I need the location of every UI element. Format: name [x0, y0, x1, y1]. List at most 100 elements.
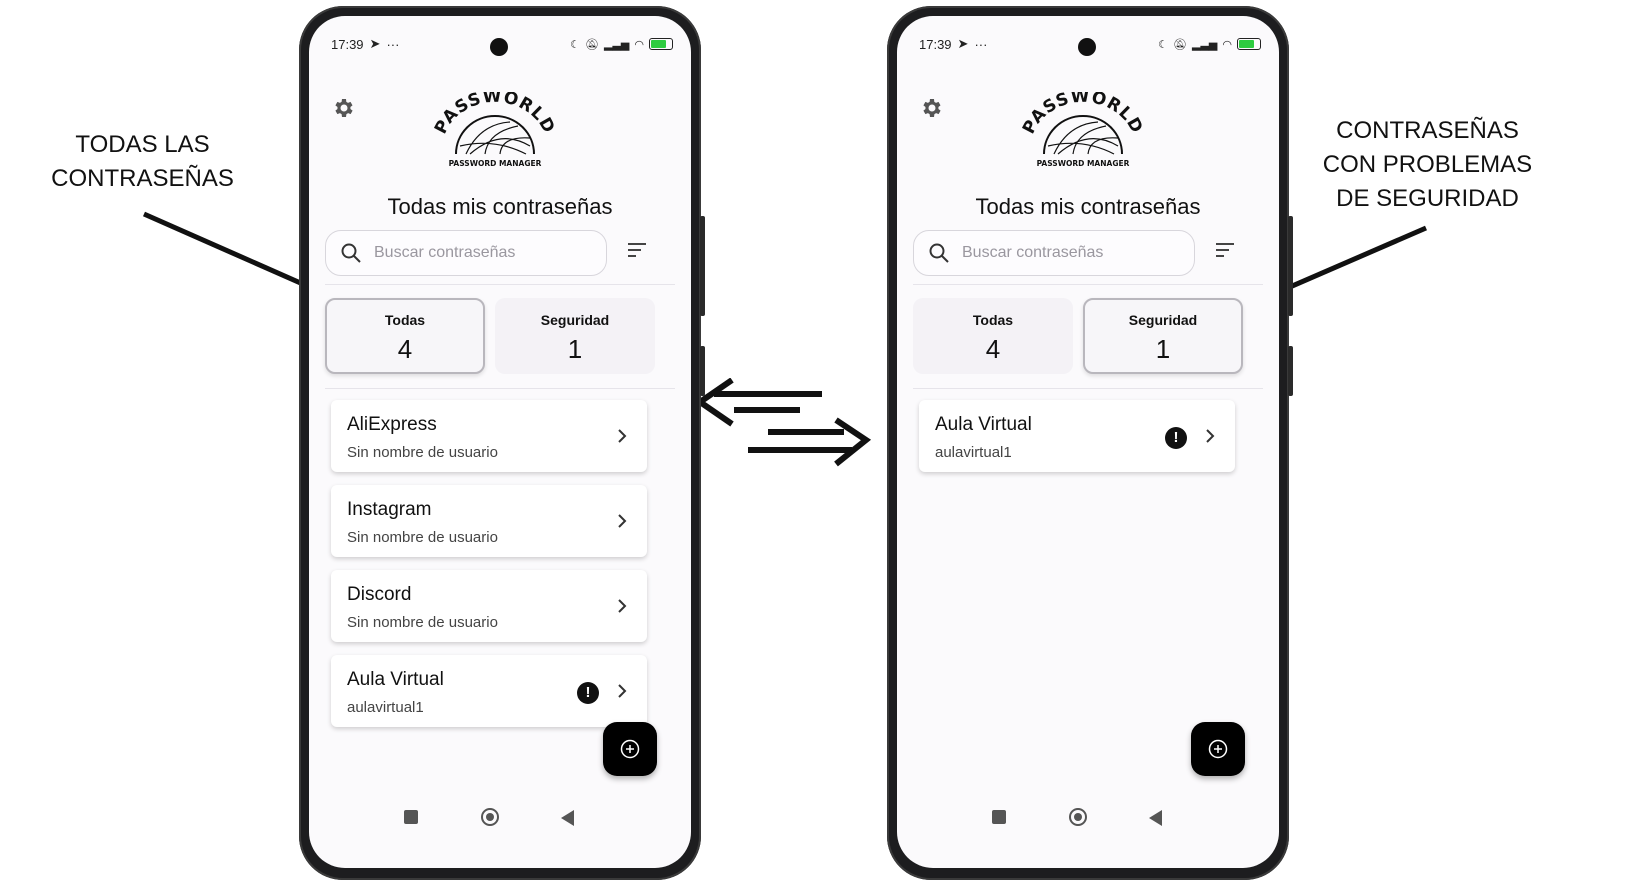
recents-button[interactable] [992, 810, 1006, 824]
divider [325, 388, 675, 389]
tab-todas[interactable]: Todas 4 [325, 298, 485, 374]
moon-icon: ☾ [1158, 38, 1169, 51]
tab-seguridad[interactable]: Seguridad 1 [1083, 298, 1243, 374]
back-button[interactable] [1149, 810, 1162, 826]
wifi-icon: ◠ [634, 38, 644, 51]
tab-label: Todas [384, 312, 426, 328]
home-button[interactable] [481, 808, 499, 826]
battery-icon [649, 38, 673, 50]
chevron-right-icon [618, 684, 627, 698]
tab-count: 1 [567, 334, 583, 364]
chevron-right-icon [618, 514, 627, 528]
chevron-right-icon [618, 599, 627, 613]
swap-arrows-icon [694, 378, 872, 467]
add-password-button[interactable] [1191, 722, 1245, 776]
caption-line: CON PROBLEMAS [1322, 151, 1533, 178]
list-item[interactable]: Aula Virtual aulavirtual1 ! [919, 400, 1235, 472]
logo-brand: PASSWORLD [431, 92, 558, 137]
list-item[interactable]: Discord Sin nombre de usuario [331, 570, 647, 642]
item-name: Instagram [347, 499, 432, 520]
divider [913, 284, 1263, 285]
front-camera [490, 38, 508, 56]
tab-label: Seguridad [1128, 312, 1198, 328]
screen: 17:39 ➤ ··· ☾ 🔕︎ ▂▃▅ ◠ PASSWORLD PASSWOR… [309, 16, 691, 868]
list-item[interactable]: Aula Virtual aulavirtual1 ! [331, 655, 647, 727]
bell-off-icon: 🔕︎ [1173, 38, 1187, 51]
moon-icon: ☾ [570, 38, 581, 51]
search-icon [929, 243, 949, 263]
android-nav-bar [897, 808, 1279, 828]
signal-icon: ▂▃▅ [604, 38, 630, 51]
item-name: Aula Virtual [347, 669, 444, 690]
side-button [1288, 346, 1293, 396]
add-icon [620, 739, 640, 759]
status-icons: ☾ 🔕︎ ▂▃▅ ◠ [570, 38, 673, 51]
more-icon: ··· [386, 36, 400, 52]
add-password-button[interactable] [603, 722, 657, 776]
phone-all-passwords: 17:39 ➤ ··· ☾ 🔕︎ ▂▃▅ ◠ PASSWORLD PASSWOR… [299, 6, 705, 880]
tab-seguridad[interactable]: Seguridad 1 [495, 298, 655, 374]
side-button [1288, 216, 1293, 316]
caption-line: DE SEGURIDAD [1336, 185, 1519, 212]
tab-todas[interactable]: Todas 4 [913, 298, 1073, 374]
item-name: Aula Virtual [935, 414, 1032, 435]
gear-icon[interactable] [331, 96, 355, 120]
svg-text:PASSWORLD: PASSWORLD [1019, 92, 1147, 137]
search-placeholder: Buscar contraseñas [962, 244, 1104, 261]
more-icon: ··· [974, 36, 988, 52]
status-icons: ☾ 🔕︎ ▂▃▅ ◠ [1158, 38, 1261, 51]
side-button [700, 216, 705, 316]
tab-count: 4 [985, 334, 1001, 364]
signal-icon: ▂▃▅ [1192, 38, 1218, 51]
status-time: 17:39 [331, 36, 364, 52]
page-title: Todas mis contraseñas [387, 194, 613, 219]
gear-icon[interactable] [919, 96, 943, 120]
tab-label: Seguridad [540, 312, 610, 328]
warning-icon: ! [1165, 427, 1187, 449]
search-input[interactable]: Buscar contraseñas [325, 230, 607, 276]
home-button[interactable] [1069, 808, 1087, 826]
page-title: Todas mis contraseñas [975, 194, 1201, 219]
caption-line: CONTRASEÑAS [51, 165, 234, 192]
item-username: Sin nombre de usuario [347, 444, 498, 461]
search-input[interactable]: Buscar contraseñas [913, 230, 1195, 276]
warning-icon: ! [577, 682, 599, 704]
filter-icon[interactable] [1215, 242, 1235, 258]
item-username: aulavirtual1 [347, 699, 424, 716]
passworld-logo: PASSWORLD PASSWORD MANAGER [431, 92, 559, 168]
caption-line: CONTRASEÑAS [1336, 117, 1519, 144]
side-button [700, 346, 705, 396]
wifi-icon: ◠ [1222, 38, 1232, 51]
filter-icon[interactable] [627, 242, 647, 258]
telegram-icon: ➤ [957, 36, 969, 51]
logo-tagline: PASSWORD MANAGER [449, 159, 542, 168]
caption-line: TODAS LAS [75, 131, 210, 158]
search-placeholder: Buscar contraseñas [374, 244, 516, 261]
item-name: AliExpress [347, 414, 437, 435]
caption-security-problems: CONTRASEÑAS CON PROBLEMAS DE SEGURIDAD [1315, 114, 1540, 216]
android-nav-bar [309, 808, 691, 828]
recents-button[interactable] [404, 810, 418, 824]
divider [325, 284, 675, 285]
logo-tagline: PASSWORD MANAGER [1037, 159, 1130, 168]
add-icon [1208, 739, 1228, 759]
tab-count: 4 [397, 334, 413, 364]
screen: 17:39 ➤ ··· ☾ 🔕︎ ▂▃▅ ◠ PASSWORLD PASSWOR… [897, 16, 1279, 868]
caption-all-passwords: TODAS LAS CONTRASEÑAS [40, 128, 245, 196]
logo-brand: PASSWORLD [1019, 92, 1146, 137]
tab-count: 1 [1155, 334, 1171, 364]
bell-off-icon: 🔕︎ [585, 38, 599, 51]
front-camera [1078, 38, 1096, 56]
list-item[interactable]: AliExpress Sin nombre de usuario [331, 400, 647, 472]
item-username: Sin nombre de usuario [347, 614, 498, 631]
status-time: 17:39 [919, 36, 952, 52]
back-button[interactable] [561, 810, 574, 826]
list-item[interactable]: Instagram Sin nombre de usuario [331, 485, 647, 557]
divider [913, 388, 1263, 389]
search-icon [341, 243, 361, 263]
tab-label: Todas [972, 312, 1014, 328]
battery-icon [1237, 38, 1261, 50]
chevron-right-icon [618, 429, 627, 443]
telegram-icon: ➤ [369, 36, 381, 51]
svg-text:PASSWORLD: PASSWORLD [431, 92, 559, 137]
